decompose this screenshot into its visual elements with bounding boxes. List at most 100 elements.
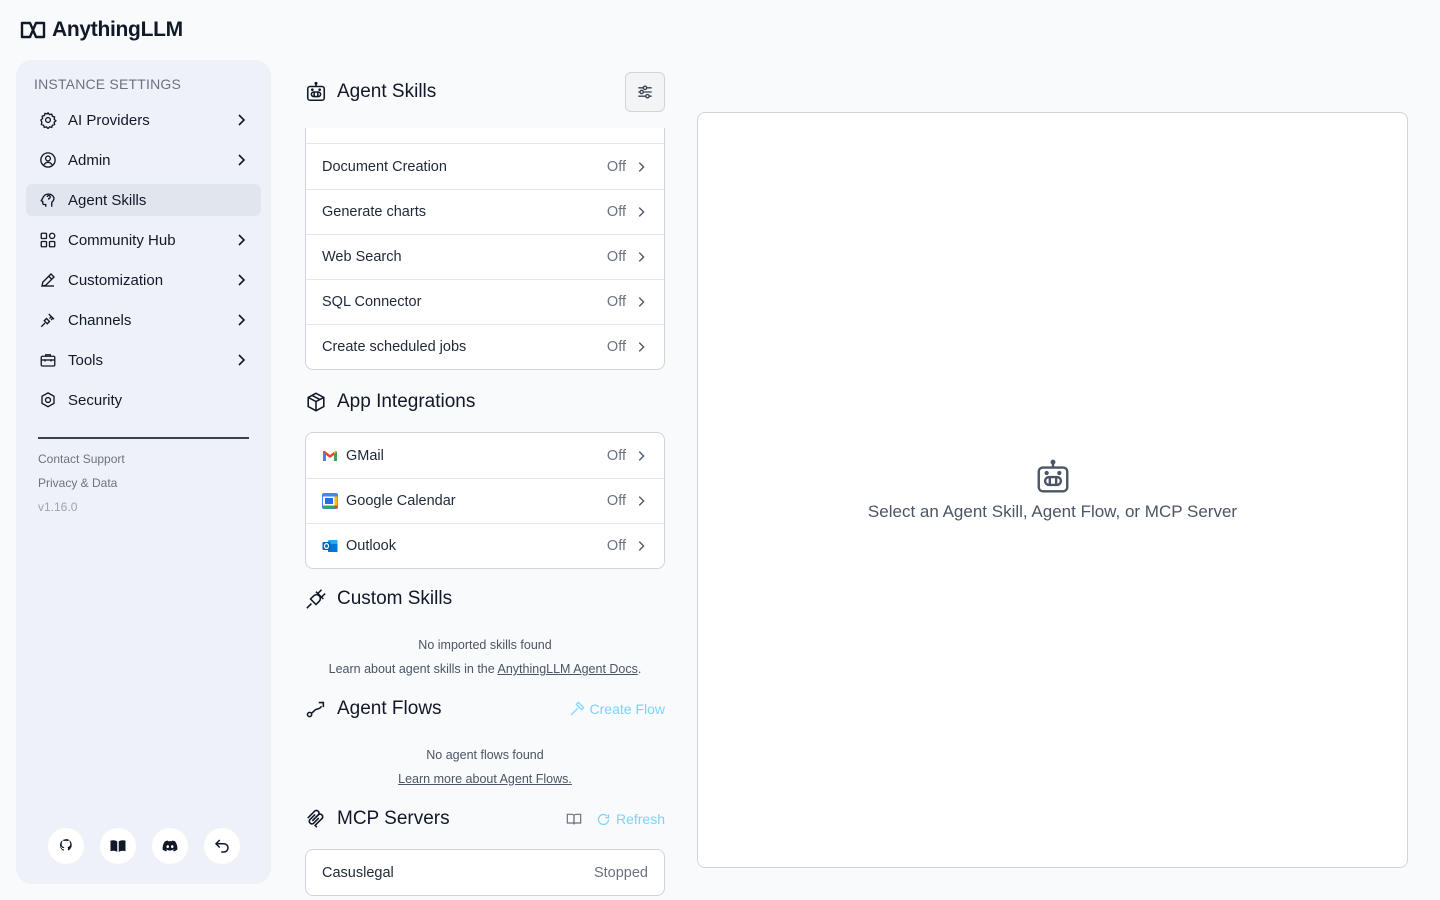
logo-icon	[20, 21, 46, 39]
sidebar-item-label: Channels	[68, 311, 132, 329]
github-icon	[60, 839, 72, 851]
panel-placeholder-text: Select an Agent Skill, Agent Flow, or MC…	[867, 502, 1238, 521]
sidebar-heading: INSTANCE SETTINGS	[34, 76, 182, 92]
gmail-icon	[323, 450, 337, 461]
refresh-button[interactable]: Refresh	[596, 811, 665, 827]
sidebar-nav: AI Providers Admin Agent Skills Communit…	[26, 104, 261, 424]
sidebar-item-admin[interactable]: Admin	[26, 144, 261, 176]
app-title: AnythingLLM	[52, 18, 183, 41]
chevron-right-icon	[238, 234, 246, 246]
skills-column: Agent Skills Document Creation Off Gener…	[305, 72, 665, 896]
hammer-icon	[570, 701, 585, 716]
create-flow-button[interactable]: Create Flow	[569, 701, 665, 717]
chevron-right-icon	[638, 297, 645, 307]
agent-flows-learn: Learn more about Agent Flows.	[305, 767, 665, 791]
book-open-icon[interactable]	[566, 811, 582, 827]
skill-row-document-creation[interactable]: Document Creation Off	[306, 144, 664, 189]
toolbox-icon	[38, 350, 58, 370]
pencil-icon	[38, 270, 58, 290]
sidebar-item-ai-providers[interactable]: AI Providers	[26, 104, 261, 136]
app-label: GMail	[346, 447, 384, 464]
robot-icon	[306, 81, 326, 102]
refresh-icon	[597, 813, 610, 825]
sidebar-footer: Contact Support Privacy & Data v1.16.0	[38, 452, 125, 514]
user-gear-icon	[38, 150, 58, 170]
skill-label: SQL Connector	[322, 294, 422, 310]
sidebar-item-channels[interactable]: Channels	[26, 304, 261, 336]
contact-support-link[interactable]: Contact Support	[38, 452, 125, 466]
app-status: Off	[606, 493, 626, 509]
custom-skills-title: Custom Skills	[337, 588, 453, 609]
sidebar-item-label: Security	[68, 391, 123, 409]
skill-row-web-search[interactable]: Web Search Off	[306, 234, 664, 279]
skill-label: Create scheduled jobs	[322, 339, 467, 355]
mcp-server-row[interactable]: Casuslegal Stopped	[306, 850, 664, 895]
app-integrations-list: GMail Off Google Calendar Off Outlook Of…	[305, 432, 665, 569]
privacy-link[interactable]: Privacy & Data	[38, 476, 125, 490]
discord-button[interactable]	[152, 828, 188, 864]
shield-icon	[38, 390, 58, 410]
sidebar-item-tools[interactable]: Tools	[26, 344, 261, 376]
learn-prefix: Learn about agent skills in the	[328, 662, 498, 676]
sliders-icon	[638, 85, 652, 99]
skill-status: Off	[606, 339, 626, 355]
agent-skills-list: Document Creation Off Generate charts Of…	[305, 143, 665, 370]
chevron-right-icon	[638, 450, 645, 461]
app-label: Google Calendar	[346, 493, 456, 509]
custom-skills-empty: No imported skills found	[418, 638, 552, 652]
skill-row-generate-charts[interactable]: Generate charts Off	[306, 189, 664, 234]
filter-button[interactable]	[625, 72, 665, 112]
sidebar-divider	[38, 437, 249, 439]
skill-row-scheduled-jobs[interactable]: Create scheduled jobs Off	[306, 324, 664, 369]
plug-icon	[38, 310, 58, 330]
agent-skills-title: Agent Skills	[337, 81, 437, 102]
chevron-right-icon	[638, 161, 645, 172]
discord-icon	[162, 840, 178, 852]
agent-docs-link[interactable]: AnythingLLM Agent Docs	[498, 662, 638, 676]
skill-status: Off	[606, 294, 626, 310]
sidebar-item-label: AI Providers	[68, 111, 150, 129]
skill-status: Off	[606, 249, 626, 265]
agent-flows-header: Agent Flows Create Flow	[305, 689, 665, 729]
sidebar-item-security[interactable]: Security	[26, 384, 261, 416]
app-row-google-calendar[interactable]: Google Calendar Off	[306, 478, 664, 523]
detail-panel: Select an Agent Skill, Agent Flow, or MC…	[697, 112, 1408, 868]
gear-icon	[38, 110, 58, 130]
chevron-right-icon	[638, 342, 645, 352]
book-icon	[110, 840, 126, 852]
outlook-icon	[322, 540, 338, 552]
sidebar-item-customization[interactable]: Customization	[26, 264, 261, 296]
brain-icon	[38, 190, 58, 210]
chevron-right-icon	[638, 496, 645, 506]
app-integrations-title: App Integrations	[337, 391, 476, 412]
skill-status: Off	[606, 158, 626, 175]
chevron-right-icon	[238, 154, 246, 166]
flow-icon	[306, 701, 325, 718]
agent-flows-learn-link[interactable]: Learn more about Agent Flows.	[398, 772, 572, 786]
skill-row-sql-connector[interactable]: SQL Connector Off	[306, 279, 664, 324]
mcp-actions: Refresh	[566, 811, 665, 827]
app-row-gmail[interactable]: GMail Off	[306, 433, 664, 478]
github-button[interactable]	[48, 828, 84, 864]
sidebar-item-community-hub[interactable]: Community Hub	[26, 224, 261, 256]
skill-status: Off	[606, 204, 626, 220]
grid-icon	[38, 230, 58, 250]
sidebar-item-label: Agent Skills	[68, 191, 147, 209]
panel-placeholder: Select an Agent Skill, Agent Flow, or MC…	[698, 458, 1407, 522]
refresh-label: Refresh	[615, 811, 665, 827]
version-label: v1.16.0	[38, 500, 78, 514]
chevron-right-icon	[238, 314, 246, 326]
back-button[interactable]	[204, 828, 240, 864]
sidebar-item-label: Customization	[68, 271, 164, 289]
docs-button[interactable]	[100, 828, 136, 864]
settings-sidebar: INSTANCE SETTINGS AI Providers Admin Age…	[16, 60, 271, 884]
sidebar-item-agent-skills[interactable]: Agent Skills	[26, 184, 261, 216]
agent-flows-title: Agent Flows	[337, 698, 442, 719]
mcp-servers-title: MCP Servers	[337, 808, 450, 829]
mcp-servers-header: MCP Servers Refresh	[305, 799, 665, 839]
mcp-icon	[307, 809, 324, 828]
app-status: Off	[606, 538, 626, 554]
app-integrations-header: App Integrations	[305, 382, 665, 422]
app-status: Off	[606, 447, 626, 464]
app-row-outlook[interactable]: Outlook Off	[306, 523, 664, 568]
